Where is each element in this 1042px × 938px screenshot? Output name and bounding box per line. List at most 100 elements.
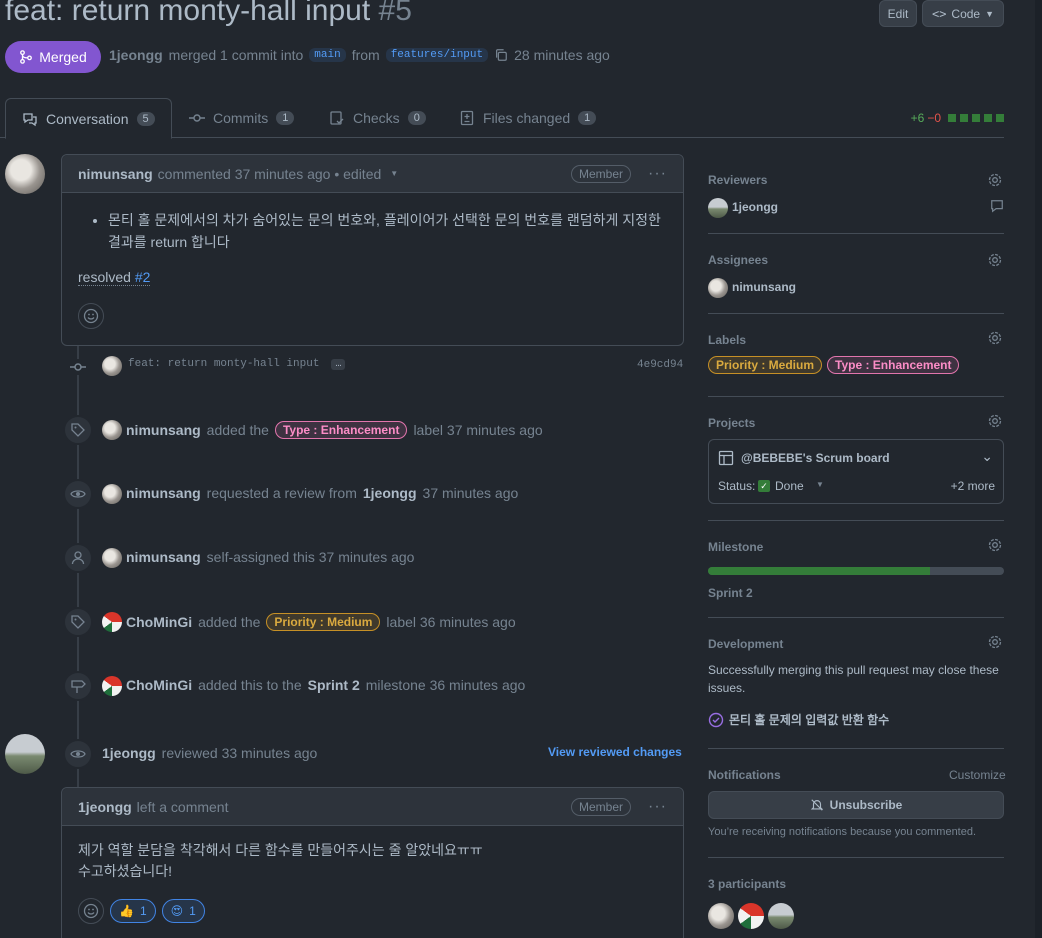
commit-expand-button[interactable]: … <box>331 358 346 370</box>
event-actor-link[interactable]: nimunsang <box>126 549 201 565</box>
reviewers-title[interactable]: Reviewers <box>708 173 767 187</box>
project-name-link[interactable]: @BEBEBE's Scrum board <box>741 451 890 465</box>
assignees-title[interactable]: Assignees <box>708 253 768 267</box>
event-actor-link[interactable]: ChoMinGi <box>126 677 192 693</box>
chevron-down-icon[interactable]: ▼ <box>816 480 824 489</box>
merge-icon <box>20 50 33 64</box>
head-branch[interactable]: features/input <box>385 48 489 62</box>
development-title[interactable]: Development <box>708 637 783 651</box>
more-fields-link[interactable]: +2 more <box>951 479 995 493</box>
avatar[interactable] <box>102 612 122 632</box>
reaction-thumbs-up[interactable]: 👍 1 <box>110 899 156 923</box>
avatar[interactable] <box>102 548 122 568</box>
gear-icon[interactable] <box>987 330 1003 346</box>
label-enhancement[interactable]: Type : Enhancement <box>827 356 960 374</box>
assignee-link[interactable]: nimunsang <box>732 280 796 294</box>
tab-conversation[interactable]: Conversation 5 <box>5 98 172 139</box>
issue-closed-icon <box>708 712 724 727</box>
copy-icon[interactable] <box>494 48 508 62</box>
comment-author-link[interactable]: 1jeongg <box>78 799 132 815</box>
chevron-down-icon[interactable]: ▼ <box>390 169 398 178</box>
base-branch[interactable]: main <box>309 48 346 62</box>
avatar[interactable] <box>768 903 794 929</box>
reviewer-link[interactable]: 1jeongg <box>732 200 778 214</box>
unsubscribe-button[interactable]: Unsubscribe <box>708 791 1004 819</box>
comment-author-link[interactable]: nimunsang <box>78 166 153 182</box>
reaction-heart-eyes[interactable]: 😍 1 <box>161 899 205 923</box>
customize-link[interactable]: Customize <box>949 768 1006 782</box>
comment-meta: left a comment <box>136 798 229 815</box>
scrollbar[interactable] <box>1035 0 1042 938</box>
merge-author-link[interactable]: 1jeongg <box>109 47 163 63</box>
event-target-link[interactable]: Sprint 2 <box>308 677 360 693</box>
divider <box>708 396 1004 397</box>
gear-icon[interactable] <box>987 413 1003 429</box>
avatar[interactable] <box>708 198 728 218</box>
notification-reason: You’re receiving notifications because y… <box>708 826 977 838</box>
edit-button[interactable]: Edit <box>879 0 917 27</box>
merged-status-badge: Merged <box>5 41 101 73</box>
gear-icon[interactable] <box>987 172 1003 188</box>
pr-title: feat: return monty-hall input #5 <box>5 0 412 28</box>
tab-commits[interactable]: Commits 1 <box>189 98 295 138</box>
linked-issue[interactable]: 몬티 홀 문제의 입력값 반환 함수 <box>708 711 889 728</box>
tag-icon <box>63 607 93 637</box>
linked-issue-title[interactable]: 몬티 홀 문제의 입력값 반환 함수 <box>729 711 889 728</box>
add-reaction-button[interactable] <box>78 303 104 329</box>
gear-icon[interactable] <box>987 634 1003 650</box>
labels-title[interactable]: Labels <box>708 333 746 347</box>
kebab-menu-icon[interactable]: ··· <box>648 798 667 816</box>
event-actor-link[interactable]: nimunsang <box>126 485 201 501</box>
table-icon <box>718 450 734 466</box>
review-row: 1jeongg reviewed 33 minutes ago <box>102 745 317 761</box>
member-badge: Member <box>571 797 632 816</box>
code-button[interactable]: <> Code ▼ <box>922 0 1004 27</box>
avatar[interactable] <box>738 903 764 929</box>
status-value[interactable]: Done <box>775 479 804 493</box>
review-actor-link[interactable]: 1jeongg <box>102 745 156 761</box>
chevron-down-icon[interactable]: ⌄ <box>981 448 993 465</box>
event-actor-link[interactable]: nimunsang <box>126 422 201 438</box>
first-comment: nimunsang commented 37 minutes ago • edi… <box>61 154 684 346</box>
checklist-icon <box>330 111 344 125</box>
commit-message-link[interactable]: feat: return monty-hall input <box>128 358 319 370</box>
avatar[interactable] <box>708 903 734 929</box>
diff-deletions: −0 <box>927 111 941 125</box>
review-text: reviewed 33 minutes ago <box>161 745 318 761</box>
commit-sha-link[interactable]: 4e9cd94 <box>637 359 683 371</box>
label-priority[interactable]: Priority : Medium <box>266 613 381 631</box>
gear-icon[interactable] <box>987 252 1003 268</box>
avatar[interactable] <box>102 356 122 376</box>
avatar[interactable] <box>102 420 122 440</box>
tab-checks[interactable]: Checks 0 <box>329 98 426 138</box>
event-target-link[interactable]: 1jeongg <box>363 485 417 501</box>
avatar[interactable] <box>102 484 122 504</box>
comment-discussion-icon <box>23 112 37 126</box>
avatar[interactable] <box>708 278 728 298</box>
tab-checks-count: 0 <box>407 111 426 125</box>
milestone-name-link[interactable]: Sprint 2 <box>708 586 753 600</box>
diffstat-block <box>960 114 968 122</box>
avatar[interactable] <box>102 676 122 696</box>
reaction-count: 1 <box>139 904 147 918</box>
milestone-title[interactable]: Milestone <box>708 540 763 554</box>
thumbs-up-icon: 👍 <box>119 904 134 918</box>
issue-ref-link[interactable]: #2 <box>135 269 151 285</box>
check-icon: ✓ <box>758 480 770 492</box>
label-priority[interactable]: Priority : Medium <box>708 356 823 374</box>
divider <box>708 617 1004 618</box>
event-actor-link[interactable]: ChoMinGi <box>126 614 192 630</box>
projects-title[interactable]: Projects <box>708 416 755 430</box>
kebab-menu-icon[interactable]: ··· <box>648 165 667 183</box>
heart-eyes-icon: 😍 <box>170 904 184 918</box>
eye-icon <box>63 739 93 769</box>
add-reaction-button[interactable] <box>78 898 104 924</box>
eye-icon <box>63 479 93 509</box>
event-text: milestone 36 minutes ago <box>365 677 526 693</box>
avatar[interactable] <box>5 154 45 194</box>
avatar[interactable] <box>5 734 45 774</box>
view-reviewed-changes-link[interactable]: View reviewed changes <box>548 745 682 759</box>
gear-icon[interactable] <box>987 537 1003 553</box>
label-enhancement[interactable]: Type : Enhancement <box>274 421 408 439</box>
tab-files-changed[interactable]: Files changed 1 <box>459 98 597 138</box>
